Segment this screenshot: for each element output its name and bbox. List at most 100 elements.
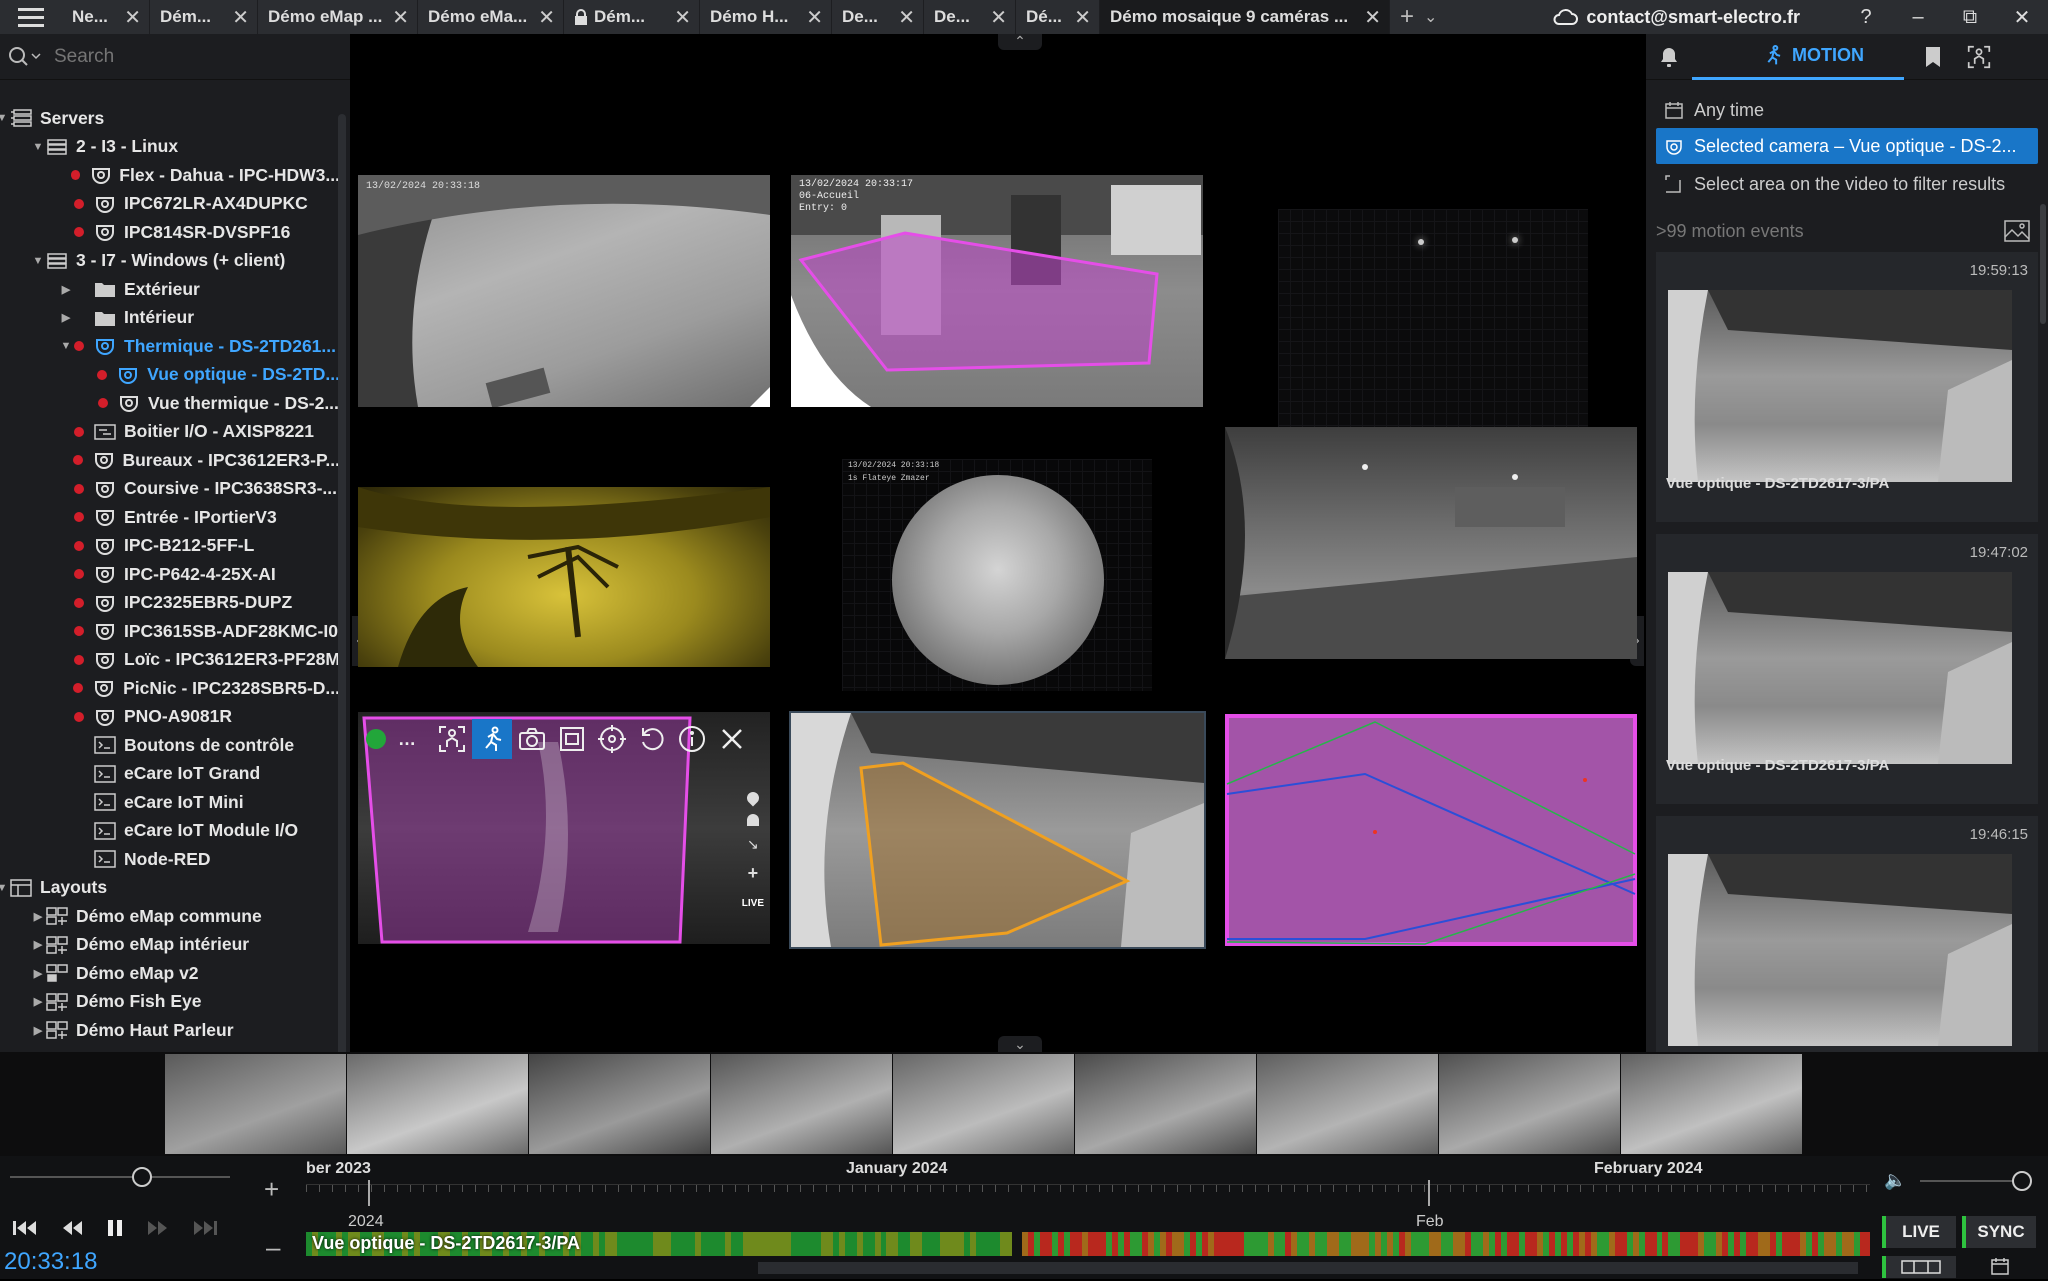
motion-event-card[interactable]: 19:59:13 Vue optique - DS-2TD2617-3/PA [1656,252,2038,522]
tree-item[interactable]: IPC672LR-AX4DUPKC [0,190,340,219]
tab-3[interactable]: Démo eMa... ✕ [418,0,564,34]
tab-0[interactable]: Ne... ✕ [62,0,150,34]
skip-end-icon[interactable] [192,1219,218,1237]
camera-tile-8[interactable] [789,711,1206,949]
close-window-button[interactable]: ✕ [1996,5,2048,30]
timeline-thumbnail[interactable] [1621,1054,1803,1154]
image-icon[interactable] [2004,220,2030,242]
rotate-button[interactable] [632,719,672,759]
expand-right-icon[interactable]: ▶ [30,995,46,1008]
camera-tile-3[interactable] [1278,209,1588,441]
collapse-bottom-button[interactable]: ⌄ [998,1036,1042,1052]
sync-button[interactable]: SYNC [1962,1216,2036,1248]
notifications-tab[interactable] [1646,34,1692,80]
timeline-thumbnail[interactable] [1439,1054,1621,1154]
zoom-out-button[interactable]: – [266,1232,280,1263]
tree-item[interactable]: IPC-P642-4-25X-AI [0,560,340,589]
timeline-thumbnail[interactable] [893,1054,1075,1154]
tab-4[interactable]: Dém... ✕ [564,0,700,34]
arrow-diagonal-icon[interactable]: ↘ [747,836,759,853]
restore-button[interactable]: ⧉ [1944,6,1996,29]
tab-1[interactable]: Dém... ✕ [150,0,258,34]
close-tab-icon[interactable]: ✕ [392,5,409,30]
tree-item[interactable]: Vue thermique - DS-2... [0,389,340,418]
timeline-thumbnail[interactable] [711,1054,893,1154]
fullscreen-button[interactable] [552,719,592,759]
slider-handle[interactable] [132,1167,152,1187]
pause-icon[interactable] [106,1218,124,1238]
area-filter[interactable]: Select area on the video to filter resul… [1646,166,2048,202]
tree-item[interactable]: Node-RED [0,845,340,874]
close-tile-button[interactable] [712,719,752,759]
zoom-in-button[interactable]: + [264,1174,279,1205]
camera-tile-1[interactable]: 13/02/2024 20:33:18 [358,175,770,407]
timeline-scrollbar[interactable] [758,1262,1858,1274]
expand-down-icon[interactable]: ▼ [30,141,46,153]
tree-item[interactable]: IPC3615SB-ADF28KMC-I0 [0,617,340,646]
motion-tab[interactable]: MOTION [1692,34,1904,80]
fast-forward-icon[interactable] [146,1219,170,1237]
account-button[interactable]: contact@smart-electro.fr [1552,7,1800,28]
expand-right-icon[interactable]: ▶ [58,311,74,324]
close-tab-icon[interactable]: ✕ [1074,5,1091,30]
collapse-top-button[interactable]: ⌃ [998,34,1042,50]
minimize-button[interactable]: – [1892,6,1944,29]
tree-item[interactable]: ▶ Démo Fish Eye [0,988,340,1017]
events-scrollbar[interactable] [2040,204,2046,324]
tree-item[interactable]: Entrée - IPortierV3 [0,503,340,532]
close-tab-icon[interactable]: ✕ [232,5,249,30]
tree-item[interactable]: Vue optique - DS-2TD... [0,361,340,390]
pin-icon[interactable] [744,789,762,807]
timeline-thumbnail[interactable] [347,1054,529,1154]
close-tab-icon[interactable]: ✕ [990,5,1007,30]
camera-tile-7-selected[interactable]: … ↘ + LIVE [358,712,770,944]
close-tab-icon[interactable]: ✕ [1364,5,1381,30]
time-filter[interactable]: Any time [1646,92,2048,128]
expand-right-icon[interactable]: ▶ [30,967,46,980]
help-button[interactable]: ? [1840,6,1892,29]
tab-5[interactable]: Démo H... ✕ [700,0,832,34]
expand-down-icon[interactable]: ▼ [0,882,10,894]
motion-detection-button[interactable] [472,719,512,759]
tree-item[interactable]: IPC814SR-DVSPF16 [0,218,340,247]
tree-item[interactable]: Boutons de contrôle [0,731,340,760]
close-tab-icon[interactable]: ✕ [674,5,691,30]
tree-item[interactable]: ▶ Démo eMap commune [0,902,340,931]
camera-tile-5[interactable]: 13/02/2024 20:33:18 1s Flateye Zmazer [842,459,1152,691]
tree-item[interactable]: eCare IoT Mini [0,788,340,817]
tree-scrollbar[interactable] [338,114,346,1084]
chevron-down-icon[interactable]: ⌄ [1424,7,1437,27]
timeline-thumbnail[interactable] [1075,1054,1257,1154]
skip-start-icon[interactable] [12,1219,38,1237]
tab-6[interactable]: De... ✕ [832,0,924,34]
close-tab-icon[interactable]: ✕ [806,5,823,30]
rewind-icon[interactable] [60,1219,84,1237]
timeline-ruler[interactable]: ber 2023 January 2024 February 2024 2024… [306,1156,1870,1279]
tree-item[interactable]: ▶ Extérieur [0,275,340,304]
volume-handle[interactable] [2012,1171,2032,1191]
tree-item[interactable]: ▶ Démo eMap intérieur [0,931,340,960]
person-detection-button[interactable] [432,719,472,759]
tree-item[interactable]: ▶ Démo Haut Parleur [0,1016,340,1045]
camera-tile-2[interactable]: 13/02/2024 20:33:17 06-Accueil Entry: 0 [791,175,1203,407]
search-input[interactable] [54,45,314,68]
tree-item[interactable]: IPC-B212-5FF-L [0,532,340,561]
close-tab-icon[interactable]: ✕ [538,5,555,30]
tree-item[interactable]: ▼ 3 - I7 - Windows (+ client) [0,247,340,276]
tree-item[interactable]: ▶ Démo eMap v2 [0,959,340,988]
motion-event-card[interactable]: 19:47:02 Vue optique - DS-2TD2617-3/PA [1656,534,2038,804]
search-icon[interactable] [8,46,42,68]
timeline-thumbnail[interactable] [1257,1054,1439,1154]
expand-down-icon[interactable]: ▼ [58,340,74,352]
expand-right-icon[interactable]: ▶ [30,910,46,923]
tree-item[interactable]: Loïc - IPC3612ER3-PF28M [0,646,340,675]
timeline-mode-button[interactable] [1882,1256,1956,1278]
ptz-button[interactable] [592,719,632,759]
tab-9[interactable]: Démo mosaique 9 caméras ... ✕ [1100,0,1390,34]
analytics-tab[interactable] [1956,34,2002,80]
tree-item[interactable]: Coursive - IPC3638SR3-... [0,475,340,504]
add-tab-icon[interactable]: + [1400,3,1414,31]
motion-event-card[interactable]: 19:46:15 [1656,816,2038,1086]
volume-icon[interactable]: 🔈 [1884,1170,1906,1191]
tree-item[interactable]: eCare IoT Grand [0,760,340,789]
